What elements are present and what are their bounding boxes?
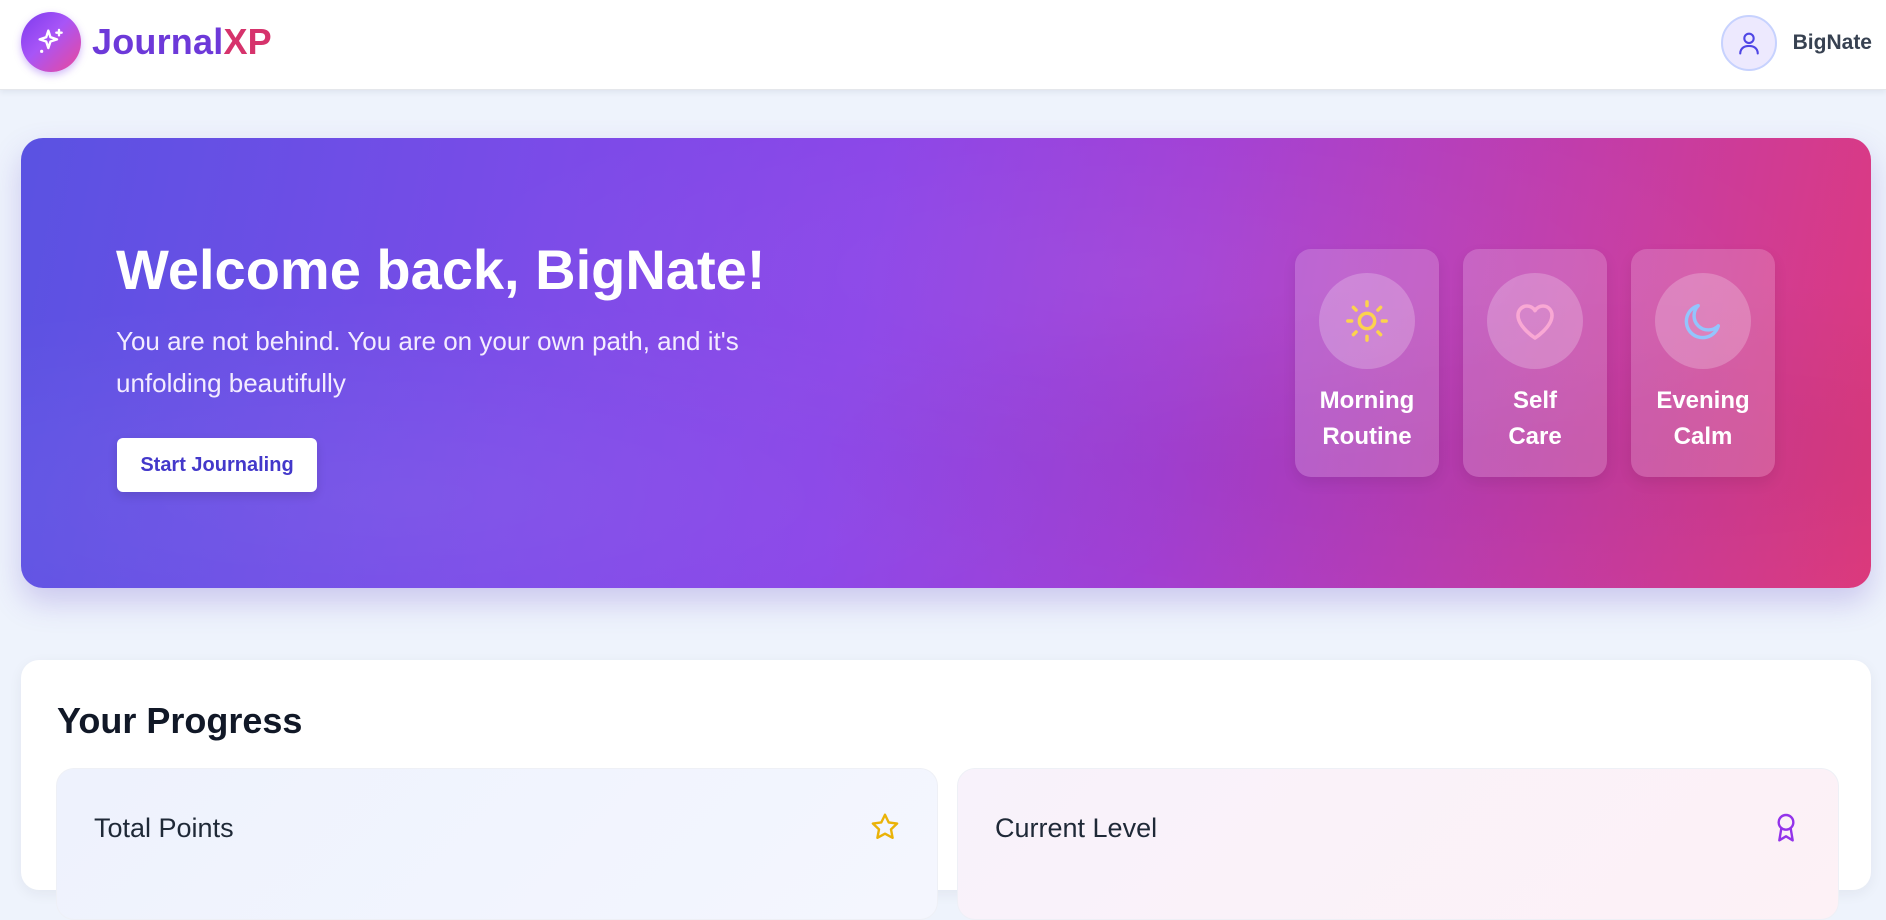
total-points-card: Total Points	[56, 768, 938, 920]
welcome-hero: Welcome back, BigNate! You are not behin…	[21, 138, 1871, 588]
routine-icon-circle	[1487, 273, 1583, 369]
user-menu[interactable]: BigNate	[1720, 12, 1872, 74]
brand-part-journal: Journal	[92, 21, 224, 62]
current-level-label: Current Level	[995, 813, 1158, 843]
routine-card-morning[interactable]: Morning Routine	[1295, 249, 1439, 477]
routine-label-line2: Care	[1508, 423, 1562, 450]
routine-icon-circle	[1655, 273, 1751, 369]
hero-subtitle: You are not behind. You are on your own …	[116, 326, 739, 398]
brand-name[interactable]: JournalXP	[92, 20, 272, 64]
avatar[interactable]	[1720, 15, 1777, 71]
routine-label-line2: Calm	[1673, 423, 1733, 450]
sun-icon	[1346, 300, 1388, 342]
routine-label-line1: Evening	[1656, 387, 1750, 414]
routine-label-line1: Morning	[1319, 387, 1415, 414]
start-journaling-button[interactable]: Start Journaling	[117, 438, 317, 492]
progress-title: Your Progress	[57, 700, 303, 741]
routine-label-line2: Routine	[1322, 423, 1412, 450]
username[interactable]: BigNate	[1793, 31, 1872, 55]
routine-label: Evening Calm	[1643, 383, 1763, 455]
routine-label: Self Care	[1475, 383, 1595, 455]
total-points-label: Total Points	[94, 813, 234, 843]
award-icon	[1777, 813, 1795, 842]
brand-part-xp: XP	[223, 21, 272, 62]
sparkles-icon[interactable]	[21, 12, 81, 72]
top-bar: JournalXP BigNate	[0, 0, 1886, 90]
moon-icon	[1684, 303, 1721, 340]
routine-label-line1: Self	[1512, 387, 1557, 414]
heart-icon	[1516, 304, 1554, 340]
routine-label: Morning Routine	[1307, 383, 1427, 455]
routine-card-evening[interactable]: Evening Calm	[1631, 249, 1775, 477]
routine-icon-circle	[1319, 273, 1415, 369]
star-icon	[871, 813, 899, 839]
hero-title: Welcome back, BigNate!	[116, 238, 766, 301]
current-level-card: Current Level	[957, 768, 1839, 920]
user-icon	[1738, 32, 1759, 55]
progress-section: Your Progress Total Points Current Level	[21, 660, 1871, 920]
routine-card-self-care[interactable]: Self Care	[1463, 249, 1607, 477]
routine-cards: Morning Routine Self Care Evening Calm	[1295, 249, 1775, 477]
